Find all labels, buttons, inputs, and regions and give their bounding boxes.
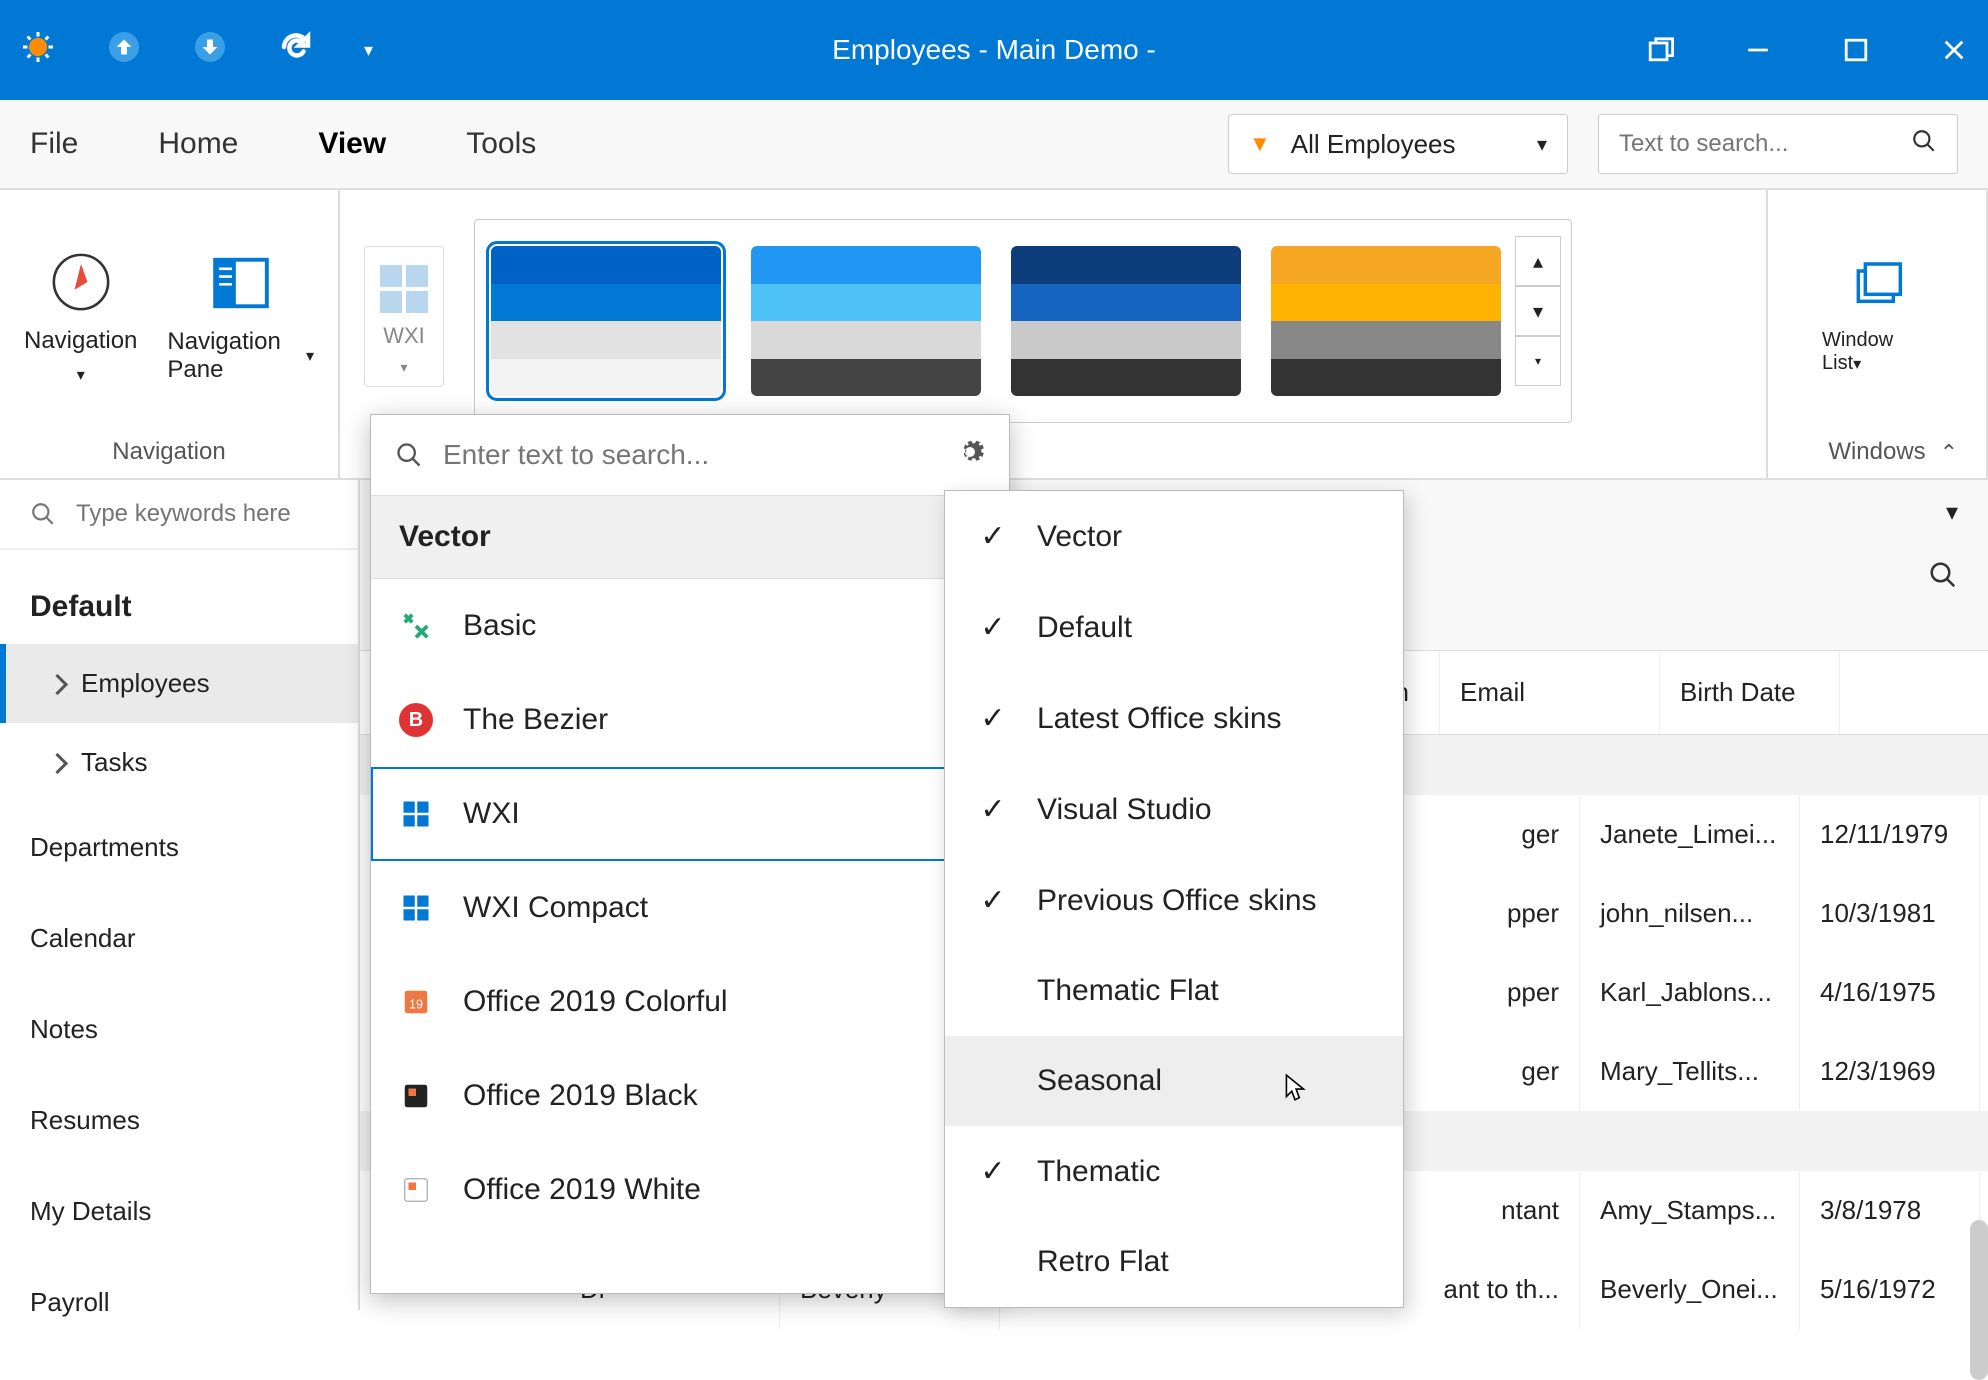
skin-search-input[interactable] — [443, 439, 935, 471]
palette-dark-blue[interactable] — [1011, 246, 1241, 396]
close-icon[interactable] — [1940, 36, 1968, 64]
maximize-icon[interactable] — [1842, 36, 1870, 64]
search-icon — [395, 441, 423, 469]
sidebar-search[interactable] — [0, 480, 358, 550]
tree-item-my-details[interactable]: My Details — [0, 1166, 358, 1257]
skin-item-wxi-compact[interactable]: WXI Compact — [371, 861, 1009, 955]
skin-category-popup: ✓Vector ✓Default ✓Latest Office skins ✓V… — [944, 490, 1404, 1308]
svg-text:19: 19 — [409, 997, 423, 1011]
cat-opt-thematic-flat[interactable]: Thematic Flat — [945, 946, 1403, 1036]
ribbon-collapse-icon[interactable]: ⌃ — [1940, 440, 1958, 466]
app-gear-icon[interactable] — [20, 29, 56, 71]
ribbon-group-navigation-label: Navigation — [0, 430, 338, 478]
palette-blue[interactable] — [491, 246, 721, 396]
qat-chevron-icon[interactable]: ▾ — [364, 40, 373, 61]
windows-icon — [1849, 257, 1905, 319]
skin-item-office-2019-black[interactable]: Office 2019 Black — [371, 1049, 1009, 1143]
tree-item-payroll[interactable]: Payroll — [0, 1257, 358, 1348]
palette-light-blue[interactable] — [751, 246, 981, 396]
compass-icon — [46, 247, 116, 317]
global-search-input[interactable] — [1619, 130, 1879, 158]
chevron-right-icon — [50, 747, 65, 778]
search-icon — [30, 501, 56, 527]
office-colorful-icon: 19 — [399, 985, 433, 1019]
chevron-right-icon — [50, 668, 65, 699]
restore-window-icon[interactable] — [1646, 36, 1674, 64]
skin-item-bezier[interactable]: B The Bezier — [371, 673, 1009, 767]
window-list-button[interactable]: Window List▾ — [1792, 247, 1962, 385]
tab-home[interactable]: Home — [158, 117, 238, 171]
chevron-down-icon: ▾ — [1537, 132, 1547, 157]
refresh-icon[interactable] — [278, 29, 314, 71]
tree-item-employees[interactable]: Employees — [0, 644, 358, 723]
style-gallery: ▴ ▾ ▾ — [474, 219, 1572, 423]
grid-icon — [380, 265, 428, 313]
cat-opt-default[interactable]: ✓Default — [945, 582, 1403, 673]
content-collapse-icon[interactable]: ▾ — [1946, 498, 1958, 527]
skin-item-office-2019-colorful[interactable]: 19 Office 2019 Colorful — [371, 955, 1009, 1049]
tab-file[interactable]: File — [30, 117, 78, 171]
col-email[interactable]: Email — [1440, 651, 1660, 734]
wxi-preset-button[interactable]: WXI ▾ — [364, 246, 444, 387]
sidebar: Default Employees Tasks Departments Cale… — [0, 480, 360, 1310]
vertical-scrollbar[interactable] — [1970, 1220, 1988, 1380]
wxi-skin-icon — [399, 797, 433, 831]
cat-opt-vector[interactable]: ✓Vector — [945, 491, 1403, 582]
tab-tools[interactable]: Tools — [466, 117, 536, 171]
sidebar-search-input[interactable] — [76, 500, 316, 528]
cat-opt-retro-flat[interactable]: Retro Flat — [945, 1217, 1403, 1307]
cat-opt-previous-office[interactable]: ✓Previous Office skins — [945, 855, 1403, 946]
chevron-down-icon: ▾ — [77, 365, 85, 385]
titlebar: ▾ Employees - Main Demo - — [0, 0, 1988, 100]
down-arrow-icon[interactable] — [192, 29, 228, 71]
gallery-expand[interactable]: ▾ — [1515, 336, 1561, 386]
up-arrow-icon[interactable] — [106, 29, 142, 71]
skin-item-office-2019-white[interactable]: Office 2019 White — [371, 1143, 1009, 1237]
gear-icon[interactable] — [955, 437, 985, 473]
skin-item-basic[interactable]: Basic — [371, 579, 1009, 673]
filter-label: All Employees — [1291, 129, 1456, 160]
cat-opt-thematic[interactable]: ✓Thematic — [945, 1126, 1403, 1217]
tab-view[interactable]: View — [318, 117, 386, 171]
tree-item-calendar[interactable]: Calendar — [0, 893, 358, 984]
office-white-icon — [399, 1173, 433, 1207]
tree-item-notes[interactable]: Notes — [0, 984, 358, 1075]
gallery-scroll-down[interactable]: ▾ — [1515, 286, 1561, 336]
gallery-scroll-up[interactable]: ▴ — [1515, 236, 1561, 286]
basic-skin-icon — [399, 609, 433, 643]
navigation-button[interactable]: Navigation ▾ — [24, 247, 137, 385]
chevron-down-icon: ▾ — [400, 359, 407, 376]
global-search[interactable] — [1598, 114, 1958, 174]
minimize-icon[interactable] — [1744, 36, 1772, 64]
cat-opt-latest-office[interactable]: ✓Latest Office skins — [945, 673, 1403, 764]
cat-opt-visual-studio[interactable]: ✓Visual Studio — [945, 764, 1403, 855]
filter-combo[interactable]: ▼ All Employees ▾ — [1228, 114, 1568, 174]
pane-icon — [206, 248, 276, 318]
bezier-skin-icon: B — [399, 703, 433, 737]
skin-item-wxi[interactable]: WXI — [371, 767, 1009, 861]
menubar: File Home View Tools ▼ All Employees ▾ — [0, 100, 1988, 190]
office-black-icon — [399, 1079, 433, 1113]
tree-item-tasks[interactable]: Tasks — [0, 723, 358, 802]
wxi-compact-skin-icon — [399, 891, 433, 925]
col-birth-date[interactable]: Birth Date — [1660, 651, 1840, 734]
palette-yellow[interactable] — [1271, 246, 1501, 396]
skin-list-popup: Vector Basic B The Bezier WXI WXI Compac… — [370, 414, 1010, 1294]
window-title: Employees - Main Demo - — [832, 34, 1156, 66]
cat-opt-seasonal[interactable]: Seasonal — [945, 1036, 1403, 1126]
tree-root-default[interactable]: Default — [0, 550, 358, 644]
tree-item-departments[interactable]: Departments — [0, 802, 358, 893]
skin-category-vector: Vector — [371, 495, 1009, 579]
tree-item-resumes[interactable]: Resumes — [0, 1075, 358, 1166]
navigation-pane-button[interactable]: Navigation Pane▾ — [167, 248, 314, 384]
grid-search-icon[interactable] — [1928, 560, 1958, 597]
funnel-icon: ▼ — [1249, 131, 1271, 157]
search-icon[interactable] — [1911, 128, 1937, 160]
